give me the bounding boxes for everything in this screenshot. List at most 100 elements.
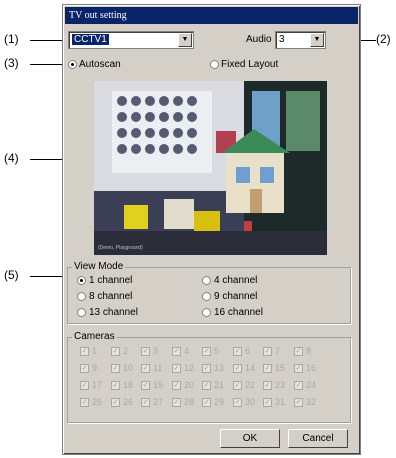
cancel-button[interactable]: Cancel [288,429,348,448]
audio-select-value: 3 [279,34,285,45]
view-9-channel-label[interactable]: 9 channel [214,291,257,302]
cameras-title: Cameras [72,331,117,342]
view-16-channel-label[interactable]: 16 channel [214,307,263,318]
camera-checkbox-15[interactable]: ✓ [263,364,272,373]
camera-checkbox-9[interactable]: ✓ [80,364,89,373]
view-8-channel-label[interactable]: 8 channel [89,291,132,302]
camera-checkbox-5[interactable]: ✓ [202,347,211,356]
camera-label-29: 29 [214,397,225,407]
preview-caption: (Demo, Playground) [98,245,143,251]
autoscan-radio[interactable] [68,60,77,69]
camera-checkbox-13[interactable]: ✓ [202,364,211,373]
camera-checkbox-12[interactable]: ✓ [172,364,181,373]
source-select[interactable]: CCTV1 ▼ [68,31,194,49]
camera-label-17: 17 [92,380,103,390]
camera-checkbox-25[interactable]: ✓ [80,398,89,407]
view-9-channel-radio[interactable] [202,292,211,301]
audio-label: Audio [246,34,272,45]
camera-label-2: 2 [123,346,129,356]
camera-label-6: 6 [245,346,251,356]
camera-checkbox-27[interactable]: ✓ [141,398,150,407]
camera-label-3: 3 [153,346,159,356]
view-16-channel-radio[interactable] [202,308,211,317]
camera-label-27: 27 [153,397,164,407]
camera-checkbox-10[interactable]: ✓ [111,364,120,373]
camera-checkbox-6[interactable]: ✓ [233,347,242,356]
camera-label-1: 1 [92,346,98,356]
camera-label-26: 26 [123,397,134,407]
camera-label-20: 20 [184,380,195,390]
camera-checkbox-26[interactable]: ✓ [111,398,120,407]
camera-label-19: 19 [153,380,164,390]
audio-select[interactable]: 3 ▼ [275,31,326,49]
camera-checkbox-21[interactable]: ✓ [202,381,211,390]
camera-checkbox-19[interactable]: ✓ [141,381,150,390]
camera-checkbox-1[interactable]: ✓ [80,347,89,356]
camera-checkbox-28[interactable]: ✓ [172,398,181,407]
camera-label-21: 21 [214,380,225,390]
camera-checkbox-23[interactable]: ✓ [263,381,272,390]
annotation-4: (4) [4,151,19,165]
source-select-value: CCTV1 [72,34,109,45]
annotation-5: (5) [4,268,19,282]
annotation-2: (2) [376,32,391,46]
camera-checkbox-17[interactable]: ✓ [80,381,89,390]
camera-label-10: 10 [123,363,134,373]
window-title: TV out setting [65,7,358,24]
camera-label-13: 13 [214,363,225,373]
fixed-layout-label[interactable]: Fixed Layout [221,59,278,70]
camera-label-24: 24 [306,380,317,390]
camera-checkbox-22[interactable]: ✓ [233,381,242,390]
ok-button[interactable]: OK [220,429,280,448]
camera-checkbox-24[interactable]: ✓ [294,381,303,390]
camera-checkbox-29[interactable]: ✓ [202,398,211,407]
camera-label-14: 14 [245,363,256,373]
chevron-down-icon[interactable]: ▼ [310,33,324,47]
camera-label-7: 7 [275,346,281,356]
camera-checkbox-4[interactable]: ✓ [172,347,181,356]
camera-checkbox-11[interactable]: ✓ [141,364,150,373]
camera-checkbox-8[interactable]: ✓ [294,347,303,356]
camera-checkbox-16[interactable]: ✓ [294,364,303,373]
camera-label-11: 11 [153,363,163,373]
camera-checkbox-3[interactable]: ✓ [141,347,150,356]
annotation-1: (1) [4,32,19,46]
chevron-down-icon[interactable]: ▼ [178,33,192,47]
camera-checkbox-20[interactable]: ✓ [172,381,181,390]
camera-label-30: 30 [245,397,256,407]
view-4-channel-radio[interactable] [202,276,211,285]
camera-label-32: 32 [306,397,317,407]
autoscan-label[interactable]: Autoscan [79,59,121,70]
video-preview: (Demo, Playground) [94,81,327,255]
camera-checkbox-31[interactable]: ✓ [263,398,272,407]
camera-checkbox-18[interactable]: ✓ [111,381,120,390]
camera-label-15: 15 [275,363,286,373]
view-1-channel-label[interactable]: 1 channel [89,275,132,286]
camera-label-25: 25 [92,397,103,407]
camera-label-22: 22 [245,380,256,390]
camera-checkbox-14[interactable]: ✓ [233,364,242,373]
camera-label-16: 16 [306,363,317,373]
camera-label-12: 12 [184,363,195,373]
annotation-3: (3) [4,56,19,70]
view-4-channel-label[interactable]: 4 channel [214,275,257,286]
preview-scene: (Demo, Playground) [94,81,327,255]
view-13-channel-radio[interactable] [77,308,86,317]
view-1-channel-radio[interactable] [77,276,86,285]
camera-checkbox-7[interactable]: ✓ [263,347,272,356]
camera-checkbox-32[interactable]: ✓ [294,398,303,407]
camera-label-5: 5 [214,346,220,356]
view-mode-title: View Mode [72,261,126,272]
camera-label-23: 23 [275,380,286,390]
camera-label-28: 28 [184,397,195,407]
camera-label-4: 4 [184,346,190,356]
camera-label-18: 18 [123,380,134,390]
view-8-channel-radio[interactable] [77,292,86,301]
camera-label-9: 9 [92,363,98,373]
camera-checkbox-2[interactable]: ✓ [111,347,120,356]
camera-label-8: 8 [306,346,312,356]
fixed-layout-radio[interactable] [210,60,219,69]
camera-checkbox-30[interactable]: ✓ [233,398,242,407]
camera-label-31: 31 [275,397,286,407]
view-13-channel-label[interactable]: 13 channel [89,307,138,318]
